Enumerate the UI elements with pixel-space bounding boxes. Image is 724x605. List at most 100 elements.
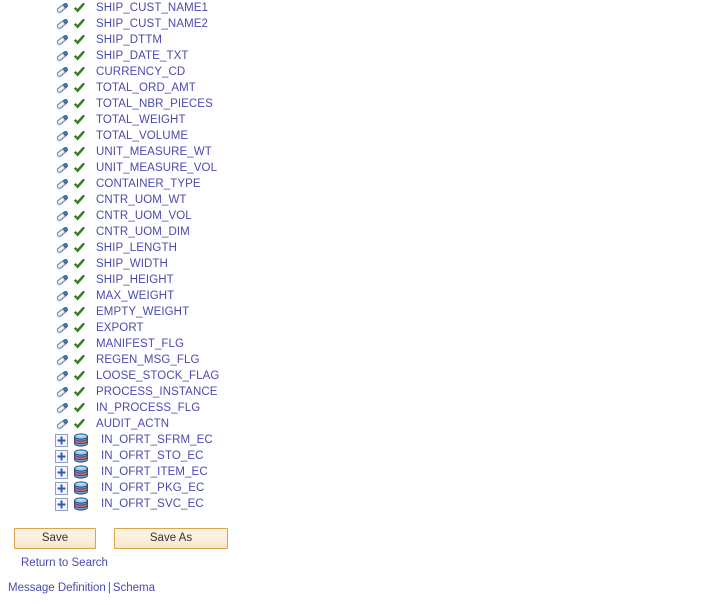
tree-node-link[interactable]: REGEN_MSG_FLG bbox=[96, 352, 200, 368]
field-pill-icon bbox=[55, 177, 69, 191]
tree-row-icons bbox=[55, 369, 88, 383]
tree-node-link[interactable]: PROCESS_INSTANCE bbox=[96, 384, 218, 400]
field-pill-icon bbox=[55, 1, 69, 15]
tree-node-link[interactable]: CURRENCY_CD bbox=[96, 64, 185, 80]
plus-expand-icon[interactable] bbox=[55, 465, 68, 479]
tree-row-icons bbox=[55, 17, 88, 31]
tree-field-row: CURRENCY_CD bbox=[0, 64, 724, 80]
tree-field-row: SHIP_CUST_NAME2 bbox=[0, 16, 724, 32]
field-pill-icon bbox=[55, 401, 69, 415]
field-pill-icon bbox=[55, 193, 69, 207]
footer-links: Message Definition | Schema bbox=[8, 582, 155, 594]
tree-node-link[interactable]: IN_OFRT_SVC_EC bbox=[101, 496, 204, 512]
green-check-icon bbox=[73, 370, 86, 383]
plus-expand-icon[interactable] bbox=[55, 449, 68, 463]
database-record-icon bbox=[73, 433, 89, 447]
tree-node-link[interactable]: TOTAL_VOLUME bbox=[96, 128, 188, 144]
green-check-icon bbox=[73, 322, 86, 335]
tree-node-link[interactable]: EXPORT bbox=[96, 320, 144, 336]
tree-node-link[interactable]: EMPTY_WEIGHT bbox=[96, 304, 189, 320]
field-pill-icon bbox=[55, 369, 69, 383]
tree-node-link[interactable]: AUDIT_ACTN bbox=[96, 416, 169, 432]
message-definition-link[interactable]: Message Definition bbox=[8, 582, 106, 594]
tree-node-link[interactable]: IN_OFRT_ITEM_EC bbox=[101, 464, 208, 480]
tree-row-icons bbox=[55, 33, 88, 47]
plus-expand-icon[interactable] bbox=[55, 433, 68, 447]
tree-node-link[interactable]: CNTR_UOM_VOL bbox=[96, 208, 192, 224]
field-pill-icon bbox=[55, 129, 69, 143]
field-pill-icon bbox=[55, 161, 69, 175]
schema-link[interactable]: Schema bbox=[113, 582, 155, 594]
tree-node-link[interactable]: IN_OFRT_STO_EC bbox=[101, 448, 204, 464]
tree-node-link[interactable]: LOOSE_STOCK_FLAG bbox=[96, 368, 219, 384]
field-pill-icon bbox=[55, 385, 69, 399]
tree-row-icons bbox=[55, 1, 88, 15]
tree-row-icons bbox=[55, 193, 88, 207]
tree-node-link[interactable]: SHIP_HEIGHT bbox=[96, 272, 174, 288]
tree-node-link[interactable]: IN_OFRT_PKG_EC bbox=[101, 480, 204, 496]
field-pill-icon bbox=[55, 241, 69, 255]
tree-field-row: AUDIT_ACTN bbox=[0, 416, 724, 432]
save-as-button[interactable]: Save As bbox=[114, 528, 228, 549]
tree-field-row: TOTAL_WEIGHT bbox=[0, 112, 724, 128]
field-pill-icon bbox=[55, 97, 69, 111]
tree-node-link[interactable]: SHIP_DATE_TXT bbox=[96, 48, 188, 64]
tree-node-link[interactable]: SHIP_LENGTH bbox=[96, 240, 177, 256]
field-pill-icon bbox=[55, 353, 69, 367]
field-pill-icon bbox=[55, 305, 69, 319]
field-pill-icon bbox=[55, 65, 69, 79]
tree-row-icons bbox=[55, 65, 88, 79]
plus-expand-icon[interactable] bbox=[55, 497, 68, 511]
tree-field-row: SHIP_HEIGHT bbox=[0, 272, 724, 288]
tree-row-icons bbox=[55, 385, 88, 399]
green-check-icon bbox=[73, 98, 86, 111]
tree-field-row: MANIFEST_FLG bbox=[0, 336, 724, 352]
tree-node-link[interactable]: SHIP_WIDTH bbox=[96, 256, 168, 272]
tree-row-icons bbox=[55, 49, 88, 63]
green-check-icon bbox=[73, 146, 86, 159]
tree-record-row: IN_OFRT_STO_EC bbox=[0, 448, 724, 464]
tree-row-icons bbox=[55, 465, 89, 479]
tree-row-icons bbox=[55, 161, 88, 175]
field-pill-icon bbox=[55, 33, 69, 47]
tree-node-link[interactable]: UNIT_MEASURE_WT bbox=[96, 144, 212, 160]
tree-row-icons bbox=[55, 353, 88, 367]
plus-expand-icon[interactable] bbox=[55, 481, 68, 495]
return-to-search-link[interactable]: Return to Search bbox=[21, 557, 108, 569]
green-check-icon bbox=[73, 114, 86, 127]
green-check-icon bbox=[73, 338, 86, 351]
tree-node-link[interactable]: CONTAINER_TYPE bbox=[96, 176, 201, 192]
tree-field-row: TOTAL_ORD_AMT bbox=[0, 80, 724, 96]
green-check-icon bbox=[73, 354, 86, 367]
tree-row-icons bbox=[55, 97, 88, 111]
tree-node-link[interactable]: SHIP_CUST_NAME2 bbox=[96, 16, 208, 32]
tree-field-row: TOTAL_NBR_PIECES bbox=[0, 96, 724, 112]
tree-node-link[interactable]: MAX_WEIGHT bbox=[96, 288, 174, 304]
tree-node-link[interactable]: TOTAL_NBR_PIECES bbox=[96, 96, 213, 112]
green-check-icon bbox=[73, 34, 86, 47]
tree-row-icons bbox=[55, 145, 88, 159]
field-pill-icon bbox=[55, 321, 69, 335]
tree-node-link[interactable]: SHIP_DTTM bbox=[96, 32, 162, 48]
tree-node-link[interactable]: TOTAL_ORD_AMT bbox=[96, 80, 196, 96]
tree-node-link[interactable]: MANIFEST_FLG bbox=[96, 336, 184, 352]
tree-row-icons bbox=[55, 417, 88, 431]
save-button[interactable]: Save bbox=[14, 528, 96, 549]
tree-node-link[interactable]: TOTAL_WEIGHT bbox=[96, 112, 186, 128]
tree-node-link[interactable]: SHIP_CUST_NAME1 bbox=[96, 0, 208, 16]
tree-node-link[interactable]: CNTR_UOM_WT bbox=[96, 192, 187, 208]
tree-node-link[interactable]: UNIT_MEASURE_VOL bbox=[96, 160, 217, 176]
tree-field-row: TOTAL_VOLUME bbox=[0, 128, 724, 144]
tree-field-row: IN_PROCESS_FLG bbox=[0, 400, 724, 416]
green-check-icon bbox=[73, 418, 86, 431]
field-pill-icon bbox=[55, 209, 69, 223]
database-record-icon bbox=[73, 481, 89, 495]
tree-row-icons bbox=[55, 481, 89, 495]
tree-node-link[interactable]: IN_PROCESS_FLG bbox=[96, 400, 200, 416]
tree-node-link[interactable]: CNTR_UOM_DIM bbox=[96, 224, 190, 240]
green-check-icon bbox=[73, 130, 86, 143]
green-check-icon bbox=[73, 18, 86, 31]
tree-row-icons bbox=[55, 129, 88, 143]
tree-node-link[interactable]: IN_OFRT_SFRM_EC bbox=[101, 432, 213, 448]
tree-record-row: IN_OFRT_SFRM_EC bbox=[0, 432, 724, 448]
